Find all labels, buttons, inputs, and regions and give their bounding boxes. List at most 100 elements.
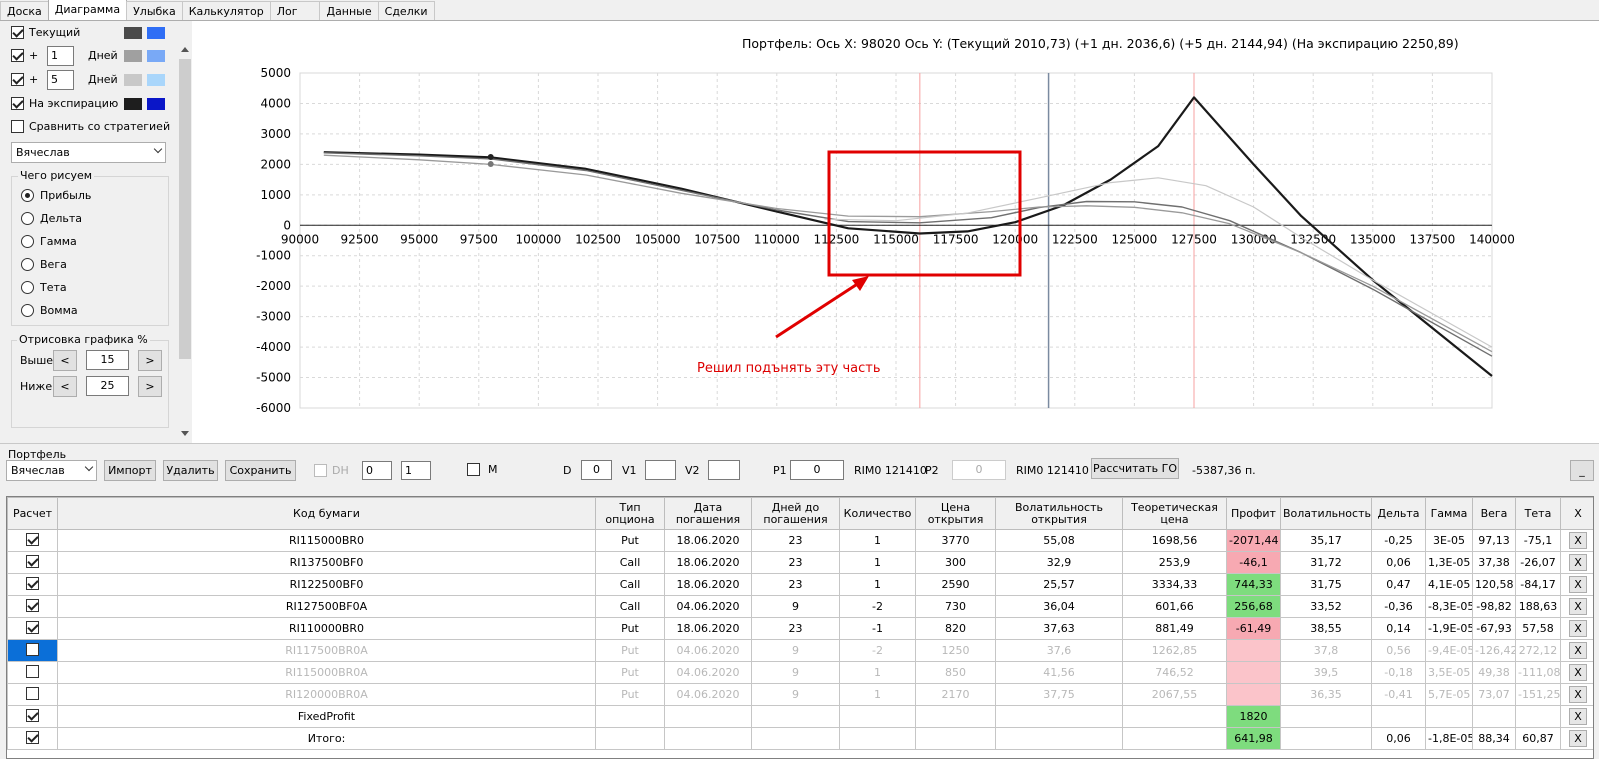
row-remove-button[interactable]: X <box>1569 598 1587 615</box>
tab-smile[interactable]: Улыбка <box>126 1 183 20</box>
radio-delta[interactable]: Дельта <box>21 212 82 225</box>
row-remove-button[interactable]: X <box>1569 532 1587 549</box>
current-color-2[interactable] <box>147 27 165 39</box>
row-remove-button[interactable]: X <box>1569 730 1587 747</box>
scroll-up-icon[interactable] <box>181 47 189 52</box>
below-increase-button[interactable]: > <box>138 376 162 397</box>
col-vega[interactable]: Вега <box>1472 497 1516 530</box>
tab-calculator[interactable]: Калькулятор <box>181 1 271 20</box>
col-delta[interactable]: Дельта <box>1371 497 1426 530</box>
splitter[interactable] <box>0 443 1599 444</box>
table-row[interactable]: RI127500BF0A Call 04.06.2020 9 -2 730 36,04 601… <box>7 595 1593 618</box>
table-row[interactable]: RI137500BF0 Call 18.06.2020 23 1 300 32,9 253,9… <box>7 551 1593 574</box>
radio-vega[interactable]: Вега <box>21 258 67 271</box>
row-calc-cell[interactable] <box>7 595 58 618</box>
v2-input[interactable] <box>708 460 740 480</box>
radio-delta-dot[interactable] <box>21 212 34 225</box>
col-type[interactable]: Тип опциона <box>595 497 665 530</box>
scroll-down-icon[interactable] <box>181 431 189 436</box>
col-price[interactable]: Цена открытия <box>915 497 996 530</box>
col-x[interactable]: X <box>1560 497 1593 530</box>
tab-diagram[interactable]: Диаграмма <box>47 0 128 20</box>
radio-profit[interactable]: Прибыль <box>21 189 91 202</box>
col-vol[interactable]: Волатильность <box>1280 497 1372 530</box>
table-row[interactable]: RI122500BF0 Call 18.06.2020 23 1 2590 25,57 333… <box>7 573 1593 596</box>
row-calc-checkbox[interactable] <box>26 532 39 546</box>
row-calc-cell[interactable] <box>7 551 58 574</box>
col-gamma[interactable]: Гамма <box>1425 497 1473 530</box>
tab-board[interactable]: Доска <box>0 1 49 20</box>
col-code[interactable]: Код бумаги <box>57 497 596 530</box>
row-remove-button[interactable]: X <box>1569 642 1587 659</box>
radio-vega-dot[interactable] <box>21 258 34 271</box>
calculate-go-button[interactable]: Рассчитать ГО <box>1091 458 1179 479</box>
portfolio-strategy-select[interactable]: Вячеслав <box>6 460 97 481</box>
row-calc-cell[interactable] <box>7 683 58 706</box>
row-remove-button[interactable]: X <box>1569 554 1587 571</box>
delete-button[interactable]: Удалить <box>163 460 218 481</box>
p1-input[interactable]: 0 <box>790 460 844 480</box>
radio-theta-dot[interactable] <box>21 281 34 294</box>
table-row[interactable]: RI115000BR0A Put 04.06.2020 9 1 850 41,56 746,5… <box>7 661 1593 684</box>
col-calc[interactable]: Расчет <box>7 497 58 530</box>
row-remove-button[interactable]: X <box>1569 576 1587 593</box>
col-theta[interactable]: Тета <box>1515 497 1561 530</box>
radio-gamma-dot[interactable] <box>21 235 34 248</box>
row-calc-cell[interactable] <box>7 661 58 684</box>
plus1-color-1[interactable] <box>124 50 142 62</box>
table-row[interactable]: RI117500BR0A Put 04.06.2020 9 -2 1250 37,6 1262… <box>7 639 1593 662</box>
col-qty[interactable]: Количество <box>839 497 916 530</box>
strategy-select[interactable]: Вячеслав <box>11 142 166 163</box>
plus2-days-input[interactable]: 5 <box>47 70 74 90</box>
row-calc-cell[interactable] <box>7 529 58 552</box>
col-days[interactable]: Дней до погашения <box>751 497 840 530</box>
table-row[interactable]: Итого: 641,98 0,06 -1,8E-05 88,34 60,87 X <box>7 727 1593 750</box>
above-decrease-button[interactable]: < <box>53 350 77 371</box>
dh-spin-1[interactable]: 0 <box>362 461 392 480</box>
above-input[interactable]: 15 <box>86 350 129 370</box>
expiry-color-2[interactable] <box>147 98 165 110</box>
pnl-chart[interactable]: 90000 92500 95000 97500 100000 102500 105000 10… <box>192 21 1599 443</box>
row-remove-button[interactable]: X <box>1569 708 1587 725</box>
col-date[interactable]: Дата погашения <box>664 497 752 530</box>
compare-checkbox[interactable] <box>11 120 24 133</box>
plus2-color-2[interactable] <box>147 74 165 86</box>
col-profit[interactable]: Профит <box>1226 497 1281 530</box>
dh-spin-2[interactable]: 1 <box>401 461 431 480</box>
scroll-thumb[interactable] <box>179 59 191 359</box>
table-row[interactable]: RI115000BR0 Put 18.06.2020 23 1 3770 55,08 1698… <box>7 529 1593 552</box>
row-calc-checkbox[interactable] <box>26 664 39 678</box>
minimize-button[interactable]: _ <box>1570 460 1594 481</box>
row-calc-checkbox[interactable] <box>26 686 39 700</box>
plus2-checkbox[interactable] <box>11 73 24 86</box>
dh-checkbox[interactable] <box>314 464 327 477</box>
row-calc-checkbox[interactable] <box>26 576 39 590</box>
row-calc-checkbox[interactable] <box>26 708 39 722</box>
row-calc-cell[interactable] <box>7 573 58 596</box>
tab-log[interactable]: Лог <box>269 1 321 20</box>
above-increase-button[interactable]: > <box>138 350 162 371</box>
import-button[interactable]: Импорт <box>104 460 156 481</box>
plus1-checkbox[interactable] <box>11 49 24 62</box>
settings-scrollbar[interactable] <box>178 43 192 443</box>
col-theor[interactable]: Теоретическая цена <box>1122 497 1227 530</box>
table-row[interactable]: FixedProfit 1820 X <box>7 705 1593 728</box>
table-row[interactable]: RI110000BR0 Put 18.06.2020 23 -1 820 37,63 881,… <box>7 617 1593 640</box>
radio-gamma[interactable]: Гамма <box>21 235 77 248</box>
row-remove-button[interactable]: X <box>1569 664 1587 681</box>
radio-vomma[interactable]: Вомма <box>21 304 78 317</box>
row-calc-checkbox[interactable] <box>26 554 39 568</box>
m-checkbox[interactable] <box>467 463 480 476</box>
row-calc-checkbox[interactable] <box>26 620 39 634</box>
col-vol-open[interactable]: Волатильность открытия <box>995 497 1123 530</box>
row-remove-button[interactable]: X <box>1569 686 1587 703</box>
expiry-color-1[interactable] <box>124 98 142 110</box>
row-calc-cell[interactable] <box>7 705 58 728</box>
tab-deals[interactable]: Сделки <box>377 1 435 20</box>
row-calc-checkbox[interactable] <box>26 598 39 612</box>
plus2-color-1[interactable] <box>124 74 142 86</box>
radio-theta[interactable]: Тета <box>21 281 67 294</box>
p2-input[interactable]: 0 <box>952 460 1006 480</box>
row-calc-cell[interactable] <box>7 639 58 662</box>
radio-profit-dot[interactable] <box>21 189 34 202</box>
